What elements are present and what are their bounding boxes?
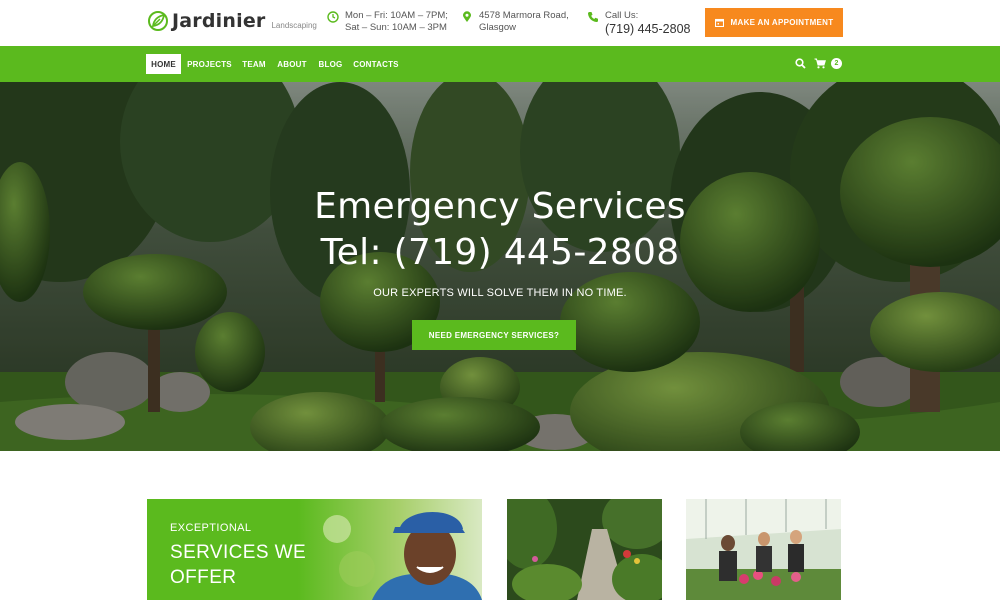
nav-contacts[interactable]: CONTACTS	[351, 54, 401, 74]
appointment-label: MAKE AN APPOINTMENT	[730, 18, 834, 27]
hours-weekdays: Mon – Fri: 10AM – 7PM;	[345, 10, 448, 21]
nav-actions: 2	[795, 58, 842, 69]
logo[interactable]: Jardinier Landscaping	[147, 10, 317, 32]
clock-icon	[327, 11, 339, 23]
brand-name: Jardinier	[172, 10, 266, 32]
cart-count-badge: 2	[831, 58, 842, 69]
hero-subtitle: OUR EXPERTS WILL SOLVE THEM IN NO TIME.	[373, 287, 627, 299]
greenhouse-team-photo[interactable]	[686, 499, 841, 600]
opening-hours: Mon – Fri: 10AM – 7PM; Sat – Sun: 10AM –…	[327, 10, 448, 34]
phone-label: Call Us:	[605, 10, 639, 21]
main-nav: HOME PROJECTS TEAM ABOUT BLOG CONTACTS	[0, 46, 1000, 82]
services-kicker: EXCEPTIONAL	[170, 522, 252, 534]
address-street: 4578 Marmora Road,	[479, 10, 569, 21]
map-pin-icon	[463, 11, 471, 22]
nav-team[interactable]: TEAM	[238, 54, 270, 74]
greenhouse-team-image	[686, 499, 841, 600]
leaf-logo-icon	[148, 11, 168, 31]
hero-banner: Emergency Services Tel: (719) 445-2808 O…	[0, 82, 1000, 451]
address-city: Glasgow	[479, 22, 516, 33]
calendar-icon	[714, 18, 724, 27]
cart-icon[interactable]	[814, 58, 826, 69]
phone-icon	[588, 12, 598, 22]
hero-title-line1: Emergency Services	[314, 186, 686, 227]
make-appointment-button[interactable]: MAKE AN APPOINTMENT	[705, 8, 843, 37]
garden-path-image	[507, 499, 662, 600]
services-title: SERVICES WE OFFER	[170, 542, 307, 588]
hours-weekend: Sat – Sun: 10AM – 3PM	[345, 22, 447, 33]
nav-projects[interactable]: PROJECTS	[186, 54, 233, 74]
search-icon[interactable]	[795, 58, 806, 69]
phone-contact: Call Us: (719) 445-2808	[587, 10, 690, 35]
garden-path-photo[interactable]	[507, 499, 662, 600]
top-bar: Jardinier Landscaping Mon – Fri: 10AM – …	[0, 0, 1000, 46]
nav-home[interactable]: HOME	[146, 54, 181, 74]
services-card[interactable]: EXCEPTIONAL SERVICES WE OFFER	[147, 499, 482, 600]
nav-about[interactable]: ABOUT	[275, 54, 309, 74]
nav-blog[interactable]: BLOG	[315, 54, 346, 74]
hero-title-line2: Tel: (719) 445-2808	[320, 232, 680, 273]
phone-number[interactable]: (719) 445-2808	[605, 23, 690, 36]
emergency-services-button[interactable]: NEED EMERGENCY SERVICES?	[412, 320, 576, 350]
address: 4578 Marmora Road, Glasgow	[461, 10, 569, 34]
brand-tagline: Landscaping	[271, 20, 317, 30]
